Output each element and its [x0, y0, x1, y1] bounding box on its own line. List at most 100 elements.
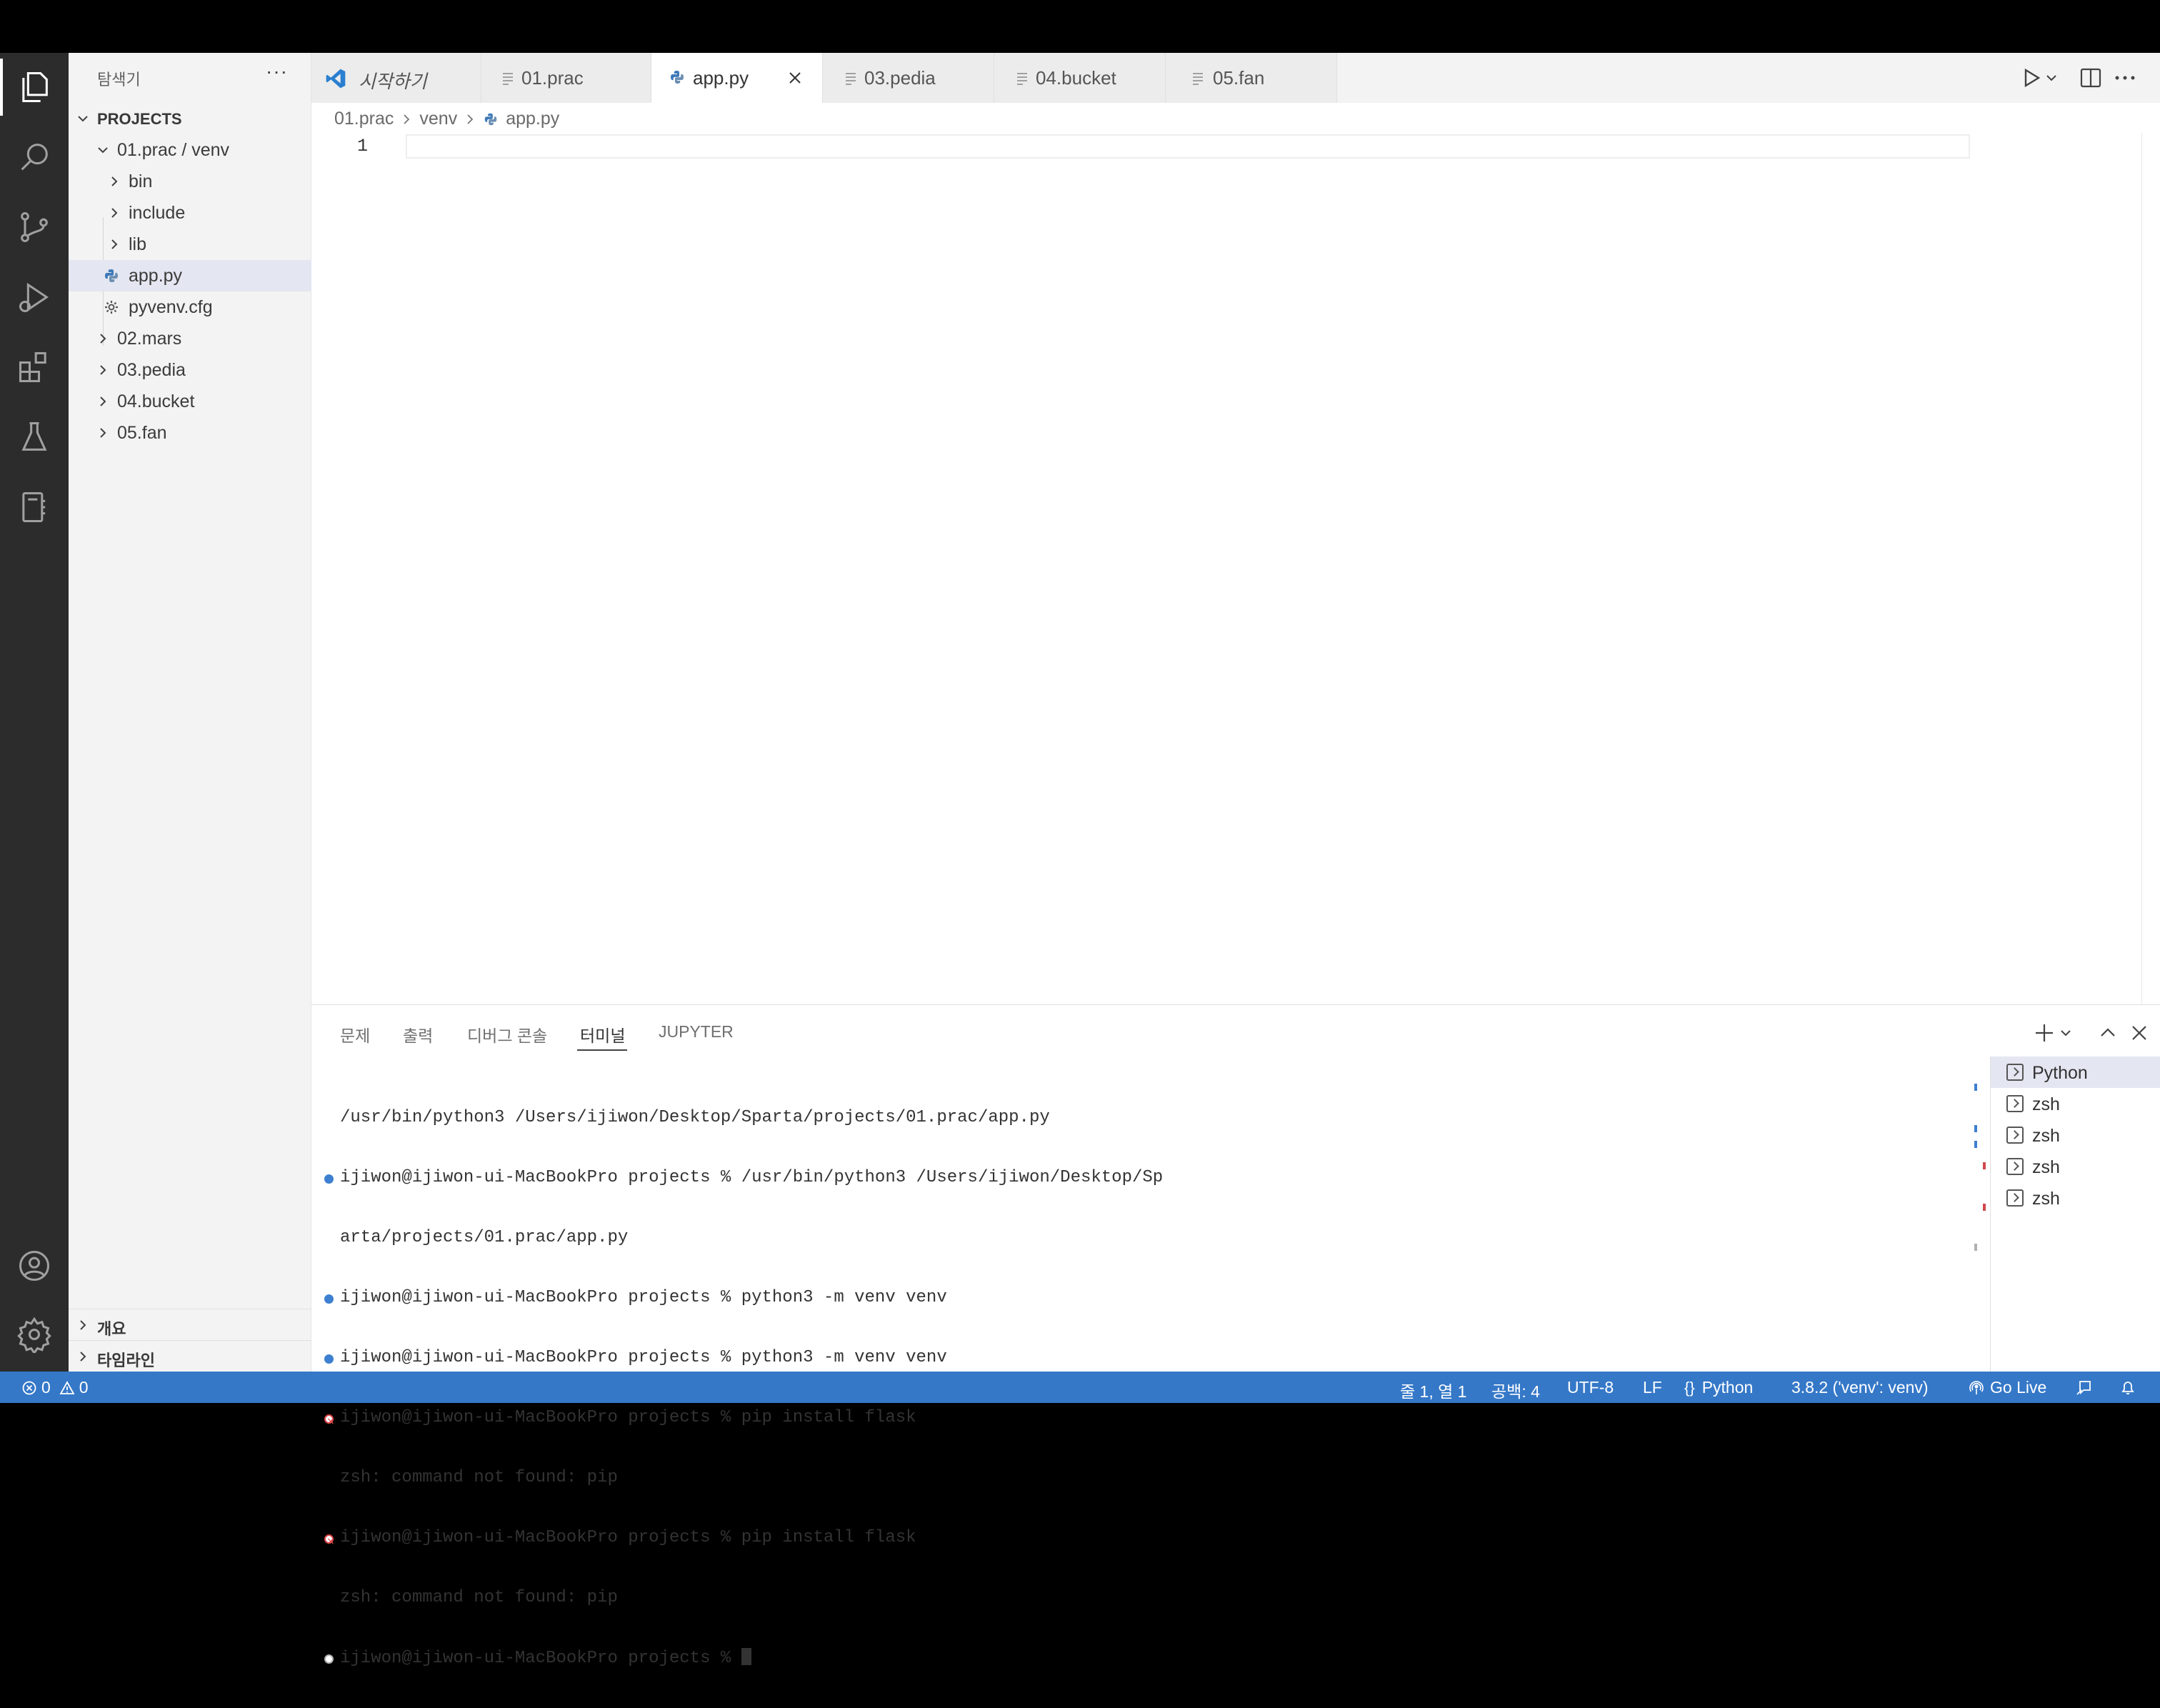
maximize-panel-icon[interactable] — [2097, 1022, 2119, 1044]
tree-folder-02mars[interactable]: 02.mars — [69, 323, 311, 354]
problems-status[interactable]: 0 0 — [21, 1378, 89, 1397]
tab-terminal[interactable]: 터미널 — [580, 1022, 625, 1047]
projects-section-header[interactable]: PROJECTS — [69, 104, 311, 133]
language-mode-status[interactable]: {} Python — [1684, 1378, 1753, 1397]
indentation-status[interactable]: 공백: 4 — [1491, 1378, 1540, 1402]
chevron-right-icon — [80, 1320, 86, 1330]
chevron-right-icon — [111, 208, 118, 218]
current-line-highlight[interactable] — [406, 134, 1970, 159]
breadcrumb-item[interactable]: 01.prac — [334, 109, 394, 129]
scrollbar-marker — [1983, 1204, 1986, 1211]
tab-output[interactable]: 출력 — [403, 1022, 433, 1047]
tab-label: 시작하기 — [359, 71, 427, 92]
terminal-line: /usr/bin/python3 /Users/ijiwon/Desktop/S… — [340, 1108, 1050, 1127]
tab-label: 01.prac — [521, 67, 584, 89]
tab-04bucket[interactable]: 04.bucket — [994, 53, 1166, 103]
tab-app-py[interactable]: app.py — [651, 53, 823, 103]
tree-item-label: bin — [129, 171, 153, 191]
tab-welcome[interactable]: 시작하기 — [311, 53, 481, 103]
tree-file-app-py[interactable]: app.py — [69, 260, 311, 291]
terminal-instance-zsh[interactable]: zsh — [1991, 1119, 2160, 1151]
more-actions-icon[interactable] — [2113, 66, 2137, 90]
terminal-icon — [2006, 1064, 2024, 1081]
python-interpreter-status[interactable]: 3.8.2 ('venv': venv) — [1791, 1378, 1929, 1397]
close-panel-icon[interactable] — [2129, 1022, 2150, 1044]
tab-problems[interactable]: 문제 — [340, 1022, 370, 1047]
terminal-line: ijiwon@ijiwon-ui-MacBookPro projects % p… — [324, 1528, 1163, 1552]
tab-debug-console[interactable]: 디버그 콘솔 — [467, 1022, 547, 1047]
timeline-section-header[interactable]: 타임라인 — [69, 1340, 311, 1372]
terminal-line: ijiwon@ijiwon-ui-MacBookPro projects % p… — [324, 1348, 1163, 1368]
notifications-bell-icon[interactable] — [2119, 1379, 2137, 1397]
tree-folder-include[interactable]: include — [69, 197, 311, 229]
terminal-instance-python[interactable]: Python — [1991, 1057, 2160, 1088]
close-icon[interactable] — [787, 70, 803, 86]
editor-scrollbar[interactable] — [2141, 133, 2142, 1004]
tree-folder-bin[interactable]: bin — [69, 166, 311, 197]
account-icon[interactable] — [0, 1232, 69, 1300]
breadcrumb-item[interactable]: app.py — [506, 109, 559, 129]
tree-folder-01prac-venv[interactable]: 01.prac / venv — [69, 134, 311, 166]
error-icon — [22, 1381, 36, 1394]
tab-03pedia[interactable]: 03.pedia — [823, 53, 994, 103]
extensions-icon[interactable] — [0, 333, 69, 401]
terminal-name: zsh — [2032, 1157, 2060, 1177]
testing-icon[interactable] — [0, 403, 69, 471]
tree-folder-lib[interactable]: lib — [69, 229, 311, 260]
run-python-file-icon[interactable] — [2020, 66, 2060, 90]
tab-05fan[interactable]: 05.fan — [1166, 53, 1337, 103]
scrollbar-marker — [1974, 1244, 1977, 1251]
settings-gear-icon[interactable] — [0, 1300, 69, 1369]
terminal-icon — [2006, 1127, 2024, 1144]
terminal-line: ijiwon@ijiwon-ui-MacBookPro projects % p… — [324, 1288, 1163, 1308]
go-live-status[interactable]: Go Live — [1969, 1378, 2046, 1397]
outline-section-header[interactable]: 개요 — [69, 1309, 311, 1340]
tree-folder-04bucket[interactable]: 04.bucket — [69, 386, 311, 417]
more-actions-button[interactable]: ··· — [266, 60, 288, 83]
command-error-icon[interactable] — [324, 1532, 335, 1552]
terminal-icon — [2006, 1158, 2024, 1175]
tab-01prac[interactable]: 01.prac — [481, 53, 651, 103]
explorer-icon[interactable] — [0, 53, 69, 121]
tree-item-label: 02.mars — [117, 329, 182, 349]
command-error-icon[interactable] — [324, 1412, 335, 1432]
notebook-icon[interactable] — [0, 473, 69, 541]
scrollbar-marker — [1974, 1084, 1977, 1091]
file-lines-icon — [1017, 73, 1027, 85]
terminal-prompt[interactable]: ijiwon@ijiwon-ui-MacBookPro projects % — [324, 1648, 1163, 1668]
editor-area[interactable]: 01.prac venv app.py 1 — [311, 103, 2160, 1004]
vscode-logo-icon — [326, 69, 346, 89]
tree-item-label: app.py — [129, 266, 183, 286]
tab-jupyter[interactable]: JUPYTER — [659, 1022, 734, 1042]
warning-icon — [59, 1380, 75, 1394]
source-control-icon[interactable] — [0, 193, 69, 261]
explorer-sidebar: 탐색기 ··· PROJECTS 01.prac / venv bin incl… — [69, 53, 311, 1372]
python-file-icon — [671, 71, 684, 84]
command-success-dot[interactable] — [324, 1354, 334, 1364]
eol-status[interactable]: LF — [1643, 1378, 1662, 1397]
tree-folder-05fan[interactable]: 05.fan — [69, 417, 311, 449]
top-black-bar — [0, 0, 2160, 53]
timeline-section-label: 타임라인 — [97, 1352, 155, 1369]
run-debug-icon[interactable] — [0, 263, 69, 331]
terminal-instance-zsh[interactable]: zsh — [1991, 1182, 2160, 1214]
feedback-icon[interactable] — [2074, 1379, 2093, 1397]
tree-folder-03pedia[interactable]: 03.pedia — [69, 354, 311, 386]
tree-file-pyvenv-cfg[interactable]: pyvenv.cfg — [69, 291, 311, 323]
new-terminal-icon[interactable] — [2034, 1022, 2077, 1044]
terminal-instance-zsh[interactable]: zsh — [1991, 1151, 2160, 1182]
breadcrumb-item[interactable]: venv — [419, 109, 457, 129]
encoding-status[interactable]: UTF-8 — [1567, 1378, 1614, 1397]
command-success-dot[interactable] — [324, 1294, 334, 1304]
cursor-position[interactable]: 줄 1, 열 1 — [1400, 1378, 1466, 1402]
file-lines-icon — [503, 73, 513, 85]
chevron-down-icon — [78, 116, 88, 122]
terminal-line: zsh: command not found: pip — [340, 1588, 618, 1607]
search-icon[interactable] — [0, 123, 69, 191]
command-success-dot[interactable] — [324, 1174, 334, 1184]
terminal-instance-zsh[interactable]: zsh — [1991, 1088, 2160, 1119]
scrollbar-marker — [1974, 1141, 1977, 1148]
language-label: Python — [1701, 1378, 1754, 1397]
activity-bar — [0, 53, 69, 1372]
split-editor-icon[interactable] — [2079, 66, 2103, 90]
